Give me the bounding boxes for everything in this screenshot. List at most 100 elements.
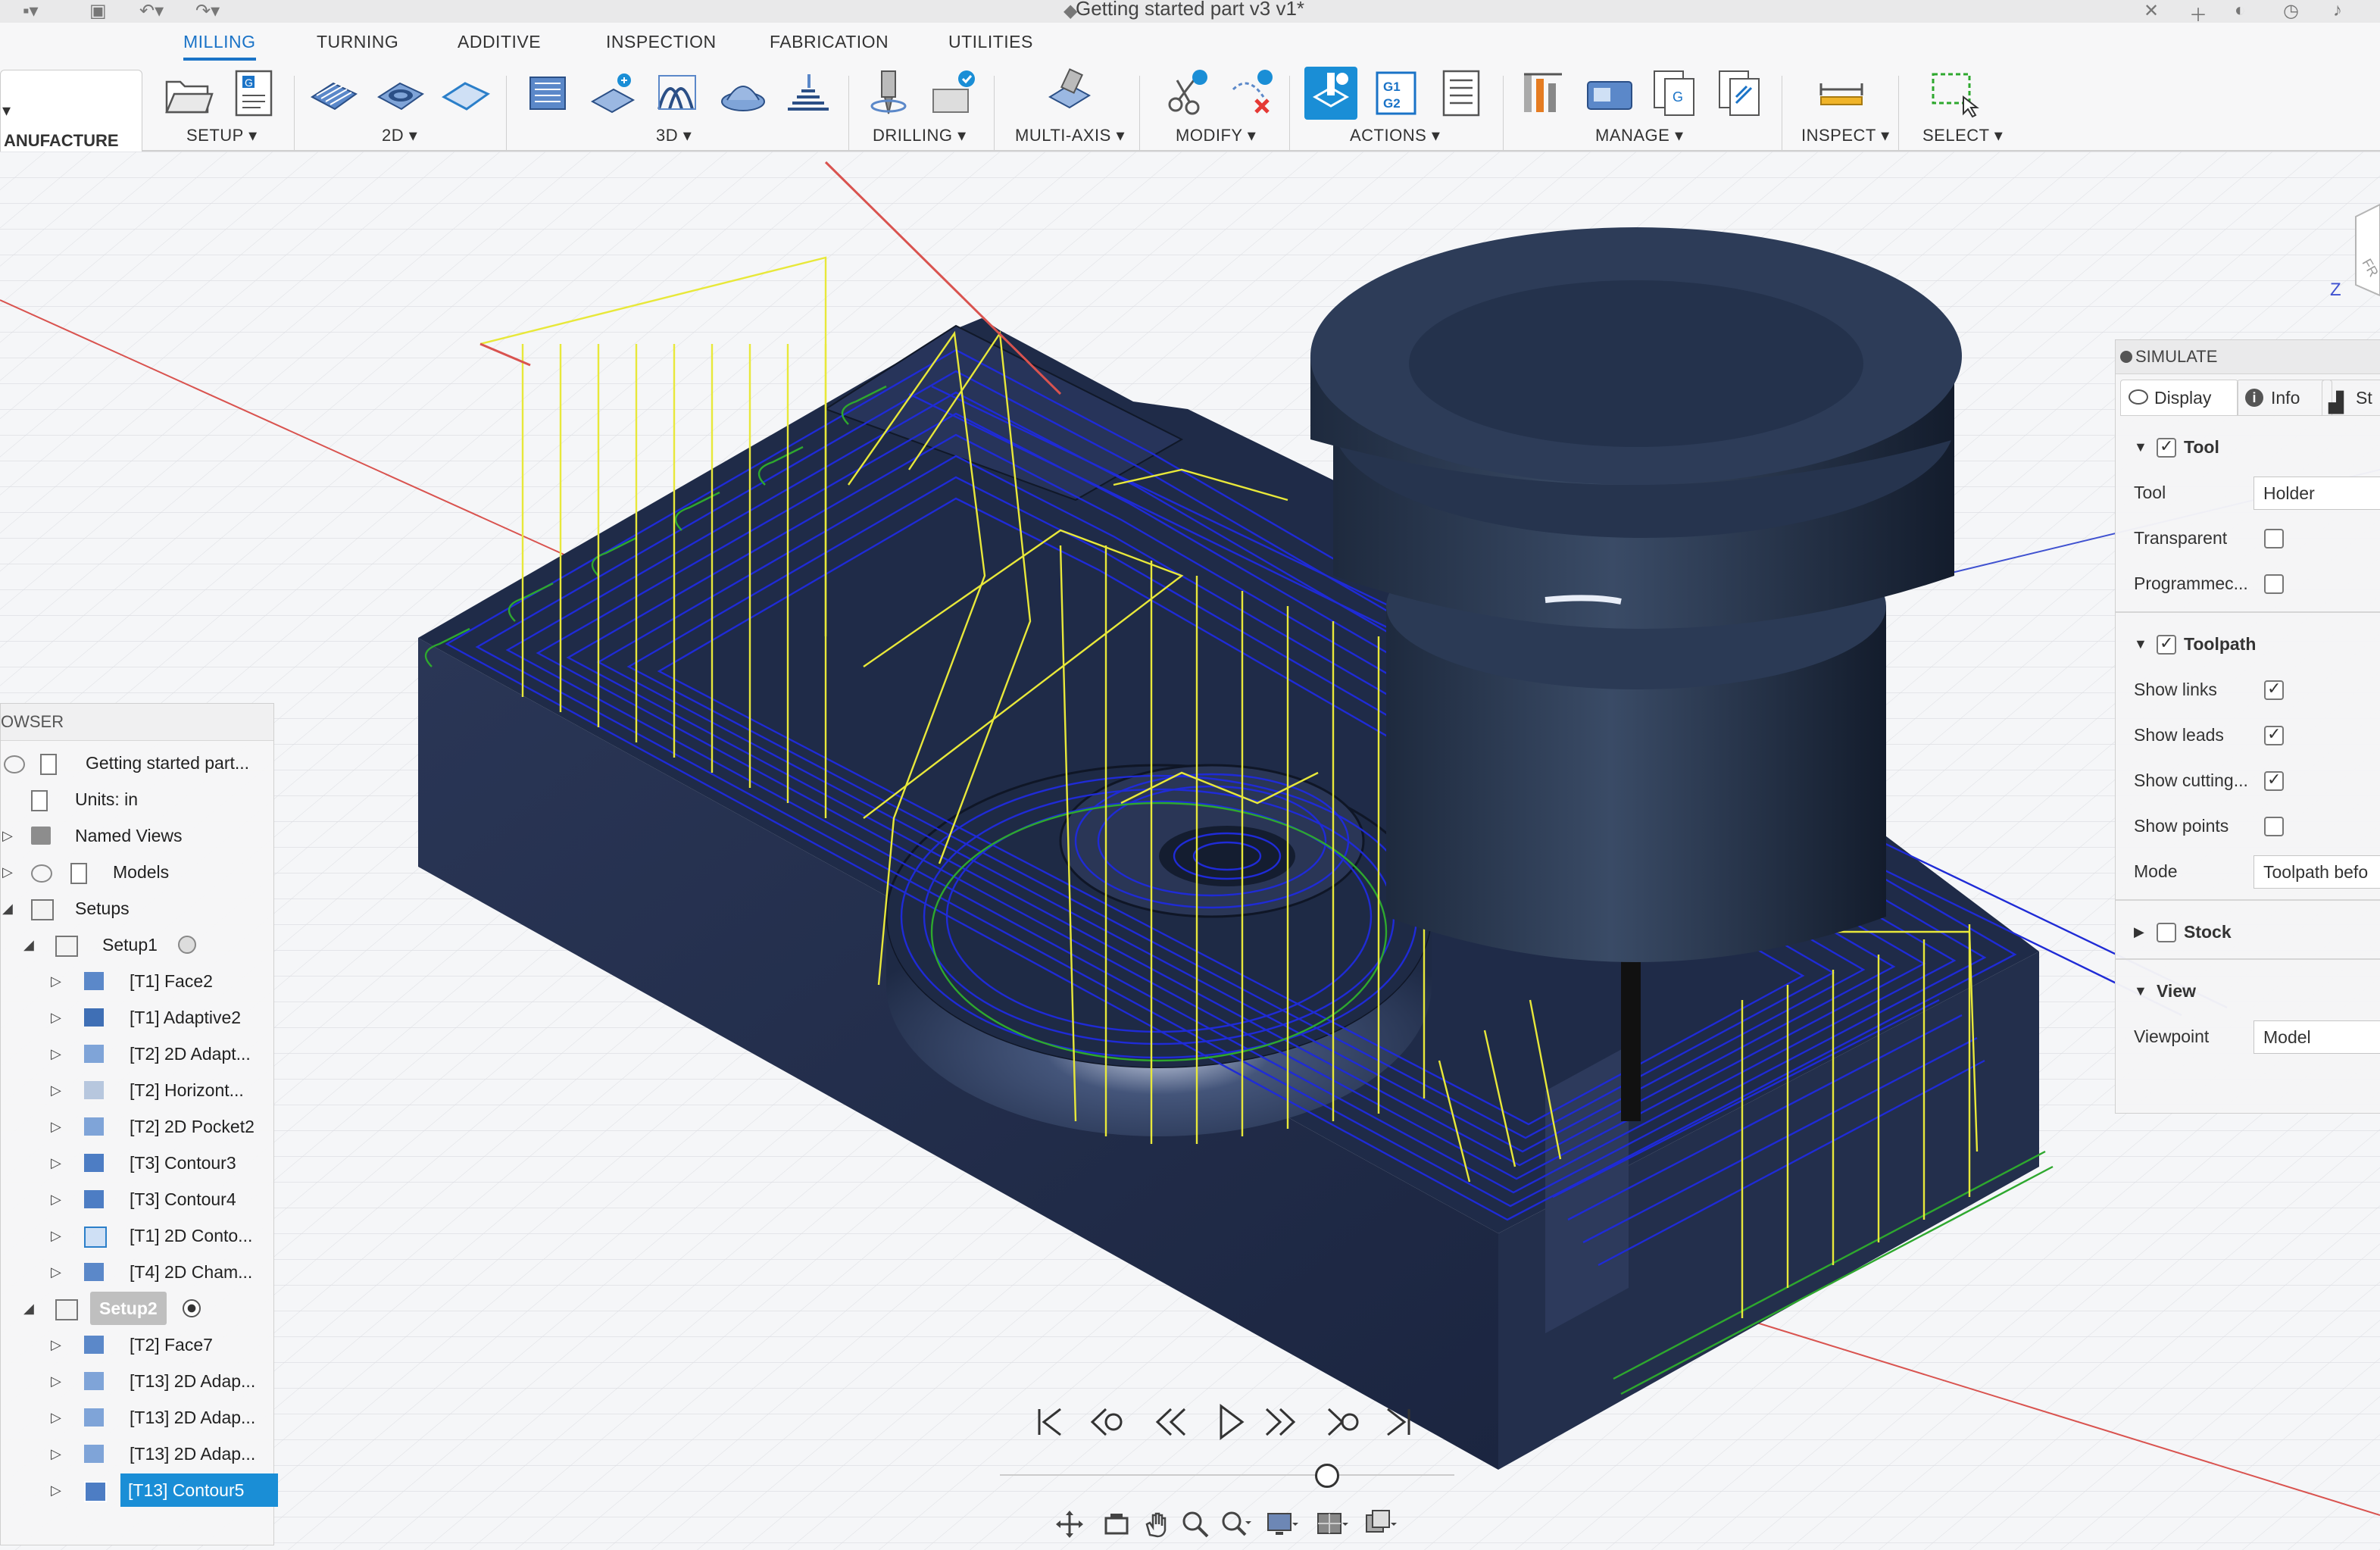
group-2d[interactable]: 2D ▾ (382, 126, 417, 145)
operation-row[interactable]: ▷ [T3] Contour3 (1, 1146, 273, 1180)
operation-row[interactable]: ▷ [T1] Face2 (1, 964, 273, 998)
collapse-arrow-icon[interactable]: ▼ (2134, 969, 2147, 1013)
transparent-checkbox[interactable] (2264, 529, 2284, 548)
tab-turning[interactable]: TURNING (317, 32, 398, 52)
operation-row[interactable]: ▷ [T1] 2D Conto... (1, 1219, 273, 1252)
collapse-icon[interactable]: ◢ (2, 892, 13, 925)
orbit-button[interactable] (1053, 1508, 1086, 1541)
operation-row[interactable]: ▷ [T3] Contour4 (1, 1183, 273, 1216)
post-library-button[interactable]: G (1648, 67, 1701, 120)
browser-setups-row[interactable]: ◢ Setups (1, 892, 273, 925)
collapse-arrow-icon[interactable]: ▼ (2134, 622, 2147, 666)
3d-scallop-button[interactable] (782, 67, 835, 120)
browser-root-row[interactable]: Getting started part... (1, 746, 273, 780)
operation-row[interactable]: ▷ [T2] 2D Pocket2 (1, 1110, 273, 1143)
clock-icon[interactable]: ◷ (2283, 0, 2299, 22)
expand-icon[interactable]: ▷ (51, 1219, 61, 1252)
group-multi-axis[interactable]: MULTI-AXIS ▾ (1015, 126, 1125, 145)
group-3d[interactable]: 3D ▾ (656, 126, 692, 145)
setup-sheet-button[interactable] (1435, 67, 1488, 120)
next-operation-button[interactable] (1323, 1402, 1363, 1442)
toolpath-checkbox[interactable] (2157, 621, 2176, 665)
expand-icon[interactable]: ▷ (51, 1110, 61, 1143)
programmed-checkbox[interactable] (2264, 574, 2284, 594)
tool-library-button[interactable] (1518, 67, 1571, 120)
operation-row[interactable]: ▷ [T2] Horizont... (1, 1073, 273, 1107)
tab-fabrication[interactable]: FABRICATION (770, 32, 889, 52)
show-cutting-checkbox[interactable] (2264, 758, 2284, 802)
expand-icon[interactable]: ▷ (51, 1328, 61, 1361)
new-setup-button[interactable] (161, 67, 214, 120)
collapse-icon[interactable]: ◢ (23, 1292, 34, 1325)
expand-icon[interactable]: ▷ (51, 1183, 61, 1216)
operation-row[interactable]: ▷ [T4] 2D Cham... (1, 1255, 273, 1289)
show-points-checkbox[interactable] (2264, 817, 2284, 836)
operation-row[interactable]: ▷ [T13] 2D Adap... (1, 1437, 273, 1470)
section-view[interactable]: ▼ View (2116, 969, 2380, 1013)
tab-utilities[interactable]: UTILITIES (948, 32, 1033, 52)
operation-row[interactable]: ▷ [T1] Adaptive2 (1, 1001, 273, 1034)
3d-adaptive-button[interactable] (521, 67, 574, 120)
group-actions[interactable]: ACTIONS ▾ (1350, 126, 1440, 145)
expand-icon[interactable]: ▷ (51, 1073, 61, 1107)
window-select-button[interactable] (1927, 67, 1980, 120)
stock-checkbox[interactable] (2157, 923, 2176, 942)
simulation-timeline[interactable] (1000, 1474, 1454, 1476)
display-settings-button[interactable] (1265, 1508, 1298, 1541)
show-links-checkbox[interactable] (2264, 667, 2284, 711)
close-tab-icon[interactable]: ✕ (2144, 0, 2159, 22)
hole-recognition-button[interactable] (927, 67, 980, 120)
expand-arrow-icon[interactable]: ▶ (2134, 910, 2144, 954)
zoom-button[interactable] (1179, 1508, 1212, 1541)
2d-contour-button[interactable] (439, 67, 492, 120)
expand-icon[interactable]: ▷ (51, 1437, 61, 1470)
eye-icon[interactable] (31, 864, 52, 883)
tab-inspection[interactable]: INSPECTION (606, 32, 717, 52)
section-tool[interactable]: ▼ Tool (2116, 424, 2380, 469)
tab-info[interactable]: i Info (2237, 380, 2332, 416)
3d-pocket-button[interactable] (586, 67, 639, 120)
simulate-button[interactable] (1304, 67, 1357, 120)
tab-milling[interactable]: MILLING (183, 32, 256, 61)
expand-icon[interactable]: ▷ (2, 819, 13, 852)
undo-icon[interactable]: ↶▾ (139, 0, 164, 22)
group-modify[interactable]: MODIFY ▾ (1176, 126, 1256, 145)
measure-button[interactable] (1815, 67, 1868, 120)
section-stock[interactable]: ▶ Stock (2116, 910, 2380, 954)
3d-flow-button[interactable] (651, 67, 704, 120)
radio-selected-icon[interactable] (183, 1299, 201, 1317)
group-setup[interactable]: SETUP ▾ (186, 126, 258, 145)
viewpoint-select[interactable]: Model (2254, 1020, 2380, 1054)
group-manage[interactable]: MANAGE ▾ (1595, 126, 1684, 145)
multi-axis-button[interactable] (1042, 67, 1095, 120)
radio-icon[interactable] (178, 936, 196, 954)
group-select[interactable]: SELECT ▾ (1922, 126, 2003, 145)
eye-icon[interactable] (4, 755, 25, 773)
tool-checkbox[interactable] (2157, 424, 2176, 468)
save-icon[interactable]: ▣ (89, 0, 107, 22)
operation-row[interactable]: ▷ [T13] 2D Adap... (1, 1401, 273, 1434)
collapse-arrow-icon[interactable]: ▼ (2134, 425, 2147, 469)
go-to-end-button[interactable] (1377, 1402, 1418, 1442)
go-to-start-button[interactable] (1030, 1402, 1071, 1442)
workspace-switcher[interactable]: ANUFACTURE ▾ (0, 70, 142, 156)
grid-settings-button[interactable] (1315, 1508, 1348, 1541)
pan-button[interactable] (1139, 1508, 1173, 1541)
tab-display[interactable]: Display (2120, 380, 2238, 416)
tab-additive[interactable]: ADDITIVE (458, 32, 541, 52)
browser-setup2-row[interactable]: ◢ Setup2 (1, 1292, 273, 1325)
trim-toolpath-button[interactable] (1160, 67, 1213, 120)
3d-steep-shallow-button[interactable] (717, 67, 770, 120)
look-at-button[interactable] (1100, 1508, 1133, 1541)
template-library-button[interactable] (1713, 67, 1766, 120)
app-menu-icon[interactable]: ▪▾ (23, 0, 39, 22)
previous-operation-button[interactable] (1085, 1402, 1126, 1442)
expand-icon[interactable]: ▷ (51, 1146, 61, 1180)
expand-icon[interactable]: ▷ (51, 1364, 61, 1398)
browser-setup1-row[interactable]: ◢ Setup1 (1, 928, 273, 961)
tab-statistics[interactable]: ▟ St (2322, 380, 2380, 416)
show-leads-checkbox[interactable] (2264, 712, 2284, 756)
tool-type-select[interactable]: Holder (2254, 477, 2380, 510)
nc-program-button[interactable]: G (227, 67, 280, 120)
expand-icon[interactable]: ▷ (51, 1037, 61, 1070)
